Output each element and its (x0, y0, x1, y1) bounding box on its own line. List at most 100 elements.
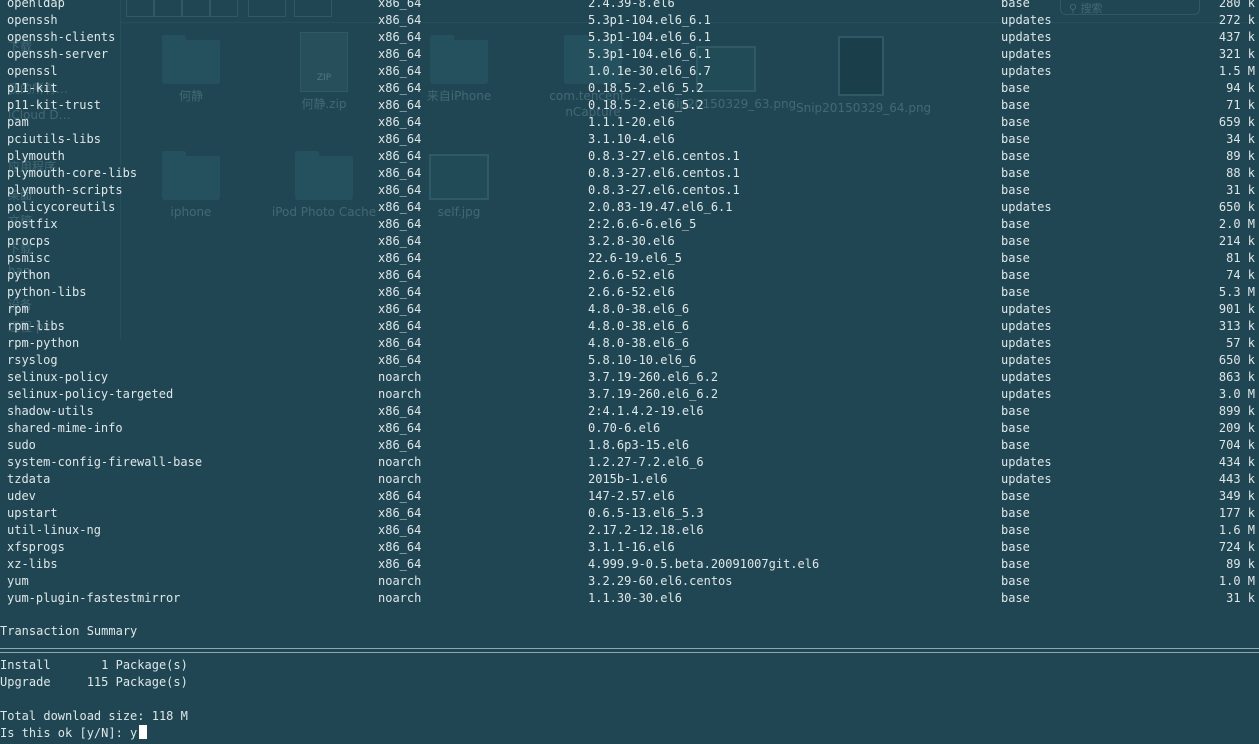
package-repo: base (1001, 523, 1030, 537)
package-size: 214 k (1218, 234, 1255, 248)
package-name: sudo (7, 438, 36, 452)
package-version: 2:4.1.4.2-19.el6 (588, 404, 704, 418)
package-repo: base (1001, 251, 1030, 265)
package-version: 4.8.0-38.el6_6 (588, 319, 690, 333)
package-repo: base (1001, 132, 1030, 146)
package-arch: x86_64 (378, 319, 422, 333)
package-size: 313 k (1218, 319, 1255, 333)
separator-line (0, 648, 1259, 653)
package-size: 1.0 M (1218, 574, 1255, 588)
package-arch: x86_64 (378, 115, 422, 129)
package-repo: base (1001, 540, 1030, 554)
package-row: sudo x86_64 1.8.6p3-15.el6 base 704 k (0, 437, 1259, 454)
package-row: python x86_64 2.6.6-52.el6 base 74 k (0, 267, 1259, 284)
terminal-window[interactable]: ⚲ 搜索 下载 我的所有… iCloud D… 应用程序 桌面 文稿 下载 ha… (0, 0, 1259, 744)
package-size: 31 k (1226, 591, 1255, 605)
package-name: postfix (7, 217, 58, 231)
package-repo: base (1001, 166, 1030, 180)
package-arch: noarch (378, 472, 422, 486)
package-row: udev x86_64 147-2.57.el6 base 349 k (0, 488, 1259, 505)
package-arch: noarch (378, 387, 422, 401)
package-row: rpm x86_64 4.8.0-38.el6_6 updates 901 k (0, 301, 1259, 318)
prompt-input[interactable]: y (130, 726, 137, 740)
package-name: openssl (7, 64, 58, 78)
package-row: util-linux-ng x86_64 2.17.2-12.18.el6 base 1… (0, 522, 1259, 539)
package-repo: base (1001, 285, 1030, 299)
package-row: xz-libs x86_64 4.999.9-0.5.beta.20091007gi… (0, 556, 1259, 573)
package-repo: updates (1001, 336, 1052, 350)
package-row: yum-plugin-fastestmirror noarch 1.1.30-30.… (0, 590, 1259, 607)
package-arch: x86_64 (378, 302, 422, 316)
package-version: 2015b-1.el6 (588, 472, 668, 486)
package-size: 650 k (1218, 200, 1255, 214)
package-repo: base (1001, 506, 1030, 520)
package-version: 2.0.83-19.47.el6_6.1 (588, 200, 733, 214)
package-size: 81 k (1226, 251, 1255, 265)
package-row: plymouth-core-libs x86_64 0.8.3-27.el6.cen… (0, 165, 1259, 182)
package-name: util-linux-ng (7, 523, 101, 537)
package-size: 5.3 M (1218, 285, 1255, 299)
package-arch: x86_64 (378, 30, 422, 44)
package-name: plymouth (7, 149, 65, 163)
package-version: 0.8.3-27.el6.centos.1 (588, 183, 740, 197)
package-size: 89 k (1226, 557, 1255, 571)
package-size: 31 k (1226, 183, 1255, 197)
package-version: 5.3p1-104.el6_6.1 (588, 13, 711, 27)
package-arch: x86_64 (378, 81, 422, 95)
package-size: 34 k (1226, 132, 1255, 146)
package-row: psmisc x86_64 22.6-19.el6_5 base 81 k (0, 250, 1259, 267)
package-name: policycoreutils (7, 200, 116, 214)
package-repo: base (1001, 557, 1030, 571)
package-name: procps (7, 234, 51, 248)
confirm-prompt: Is this ok [y/N]: (0, 726, 131, 740)
package-arch: x86_64 (378, 234, 422, 248)
package-version: 22.6-19.el6_5 (588, 251, 682, 265)
package-version: 5.8.10-10.el6_6 (588, 353, 697, 367)
package-size: 1.6 M (1218, 523, 1255, 537)
package-arch: x86_64 (378, 268, 422, 282)
package-size: 272 k (1218, 13, 1255, 27)
package-arch: x86_64 (378, 540, 422, 554)
package-size: 321 k (1218, 47, 1255, 61)
package-arch: x86_64 (378, 557, 422, 571)
package-repo: updates (1001, 370, 1052, 384)
package-version: 2.17.2-12.18.el6 (588, 523, 704, 537)
package-size: 209 k (1218, 421, 1255, 435)
package-size: 863 k (1218, 370, 1255, 384)
package-size: 74 k (1226, 268, 1255, 282)
package-repo: updates (1001, 387, 1052, 401)
package-version: 4.8.0-38.el6_6 (588, 336, 690, 350)
package-repo: base (1001, 81, 1030, 95)
package-repo: base (1001, 268, 1030, 282)
package-version: 3.2.8-30.el6 (588, 234, 675, 248)
package-repo: base (1001, 183, 1030, 197)
package-name: xfsprogs (7, 540, 65, 554)
package-name: rpm-python (7, 336, 80, 350)
package-version: 0.8.3-27.el6.centos.1 (588, 166, 740, 180)
package-version: 1.0.1e-30.el6_6.7 (588, 64, 711, 78)
package-repo: base (1001, 591, 1030, 605)
package-arch: x86_64 (378, 64, 422, 78)
package-arch: x86_64 (378, 506, 422, 520)
package-name: p11-kit-trust (7, 98, 101, 112)
package-name: python (7, 268, 51, 282)
package-row: pam x86_64 1.1.1-20.el6 base 659 k (0, 114, 1259, 131)
package-row: policycoreutils x86_64 2.0.83-19.47.el6_6.… (0, 199, 1259, 216)
package-version: 0.6.5-13.el6_5.3 (588, 506, 704, 520)
package-arch: x86_64 (378, 166, 422, 180)
package-arch: x86_64 (378, 285, 422, 299)
package-row: p11-kit x86_64 0.18.5-2.el6_5.2 base 94 k (0, 80, 1259, 97)
package-version: 1.2.27-7.2.el6_6 (588, 455, 704, 469)
package-repo: base (1001, 149, 1030, 163)
package-arch: x86_64 (378, 336, 422, 350)
package-size: 280 k (1218, 0, 1255, 10)
confirm-prompt-line[interactable]: Is this ok [y/N]: y (0, 725, 148, 742)
package-repo: updates (1001, 64, 1052, 78)
package-size: 704 k (1218, 438, 1255, 452)
package-size: 71 k (1226, 98, 1255, 112)
package-version: 3.7.19-260.el6_6.2 (588, 370, 719, 384)
package-arch: x86_64 (378, 251, 422, 265)
package-name: pciutils-libs (7, 132, 101, 146)
package-row: tzdata noarch 2015b-1.el6 updates 443 k (0, 471, 1259, 488)
package-version: 2.6.6-52.el6 (588, 268, 675, 282)
